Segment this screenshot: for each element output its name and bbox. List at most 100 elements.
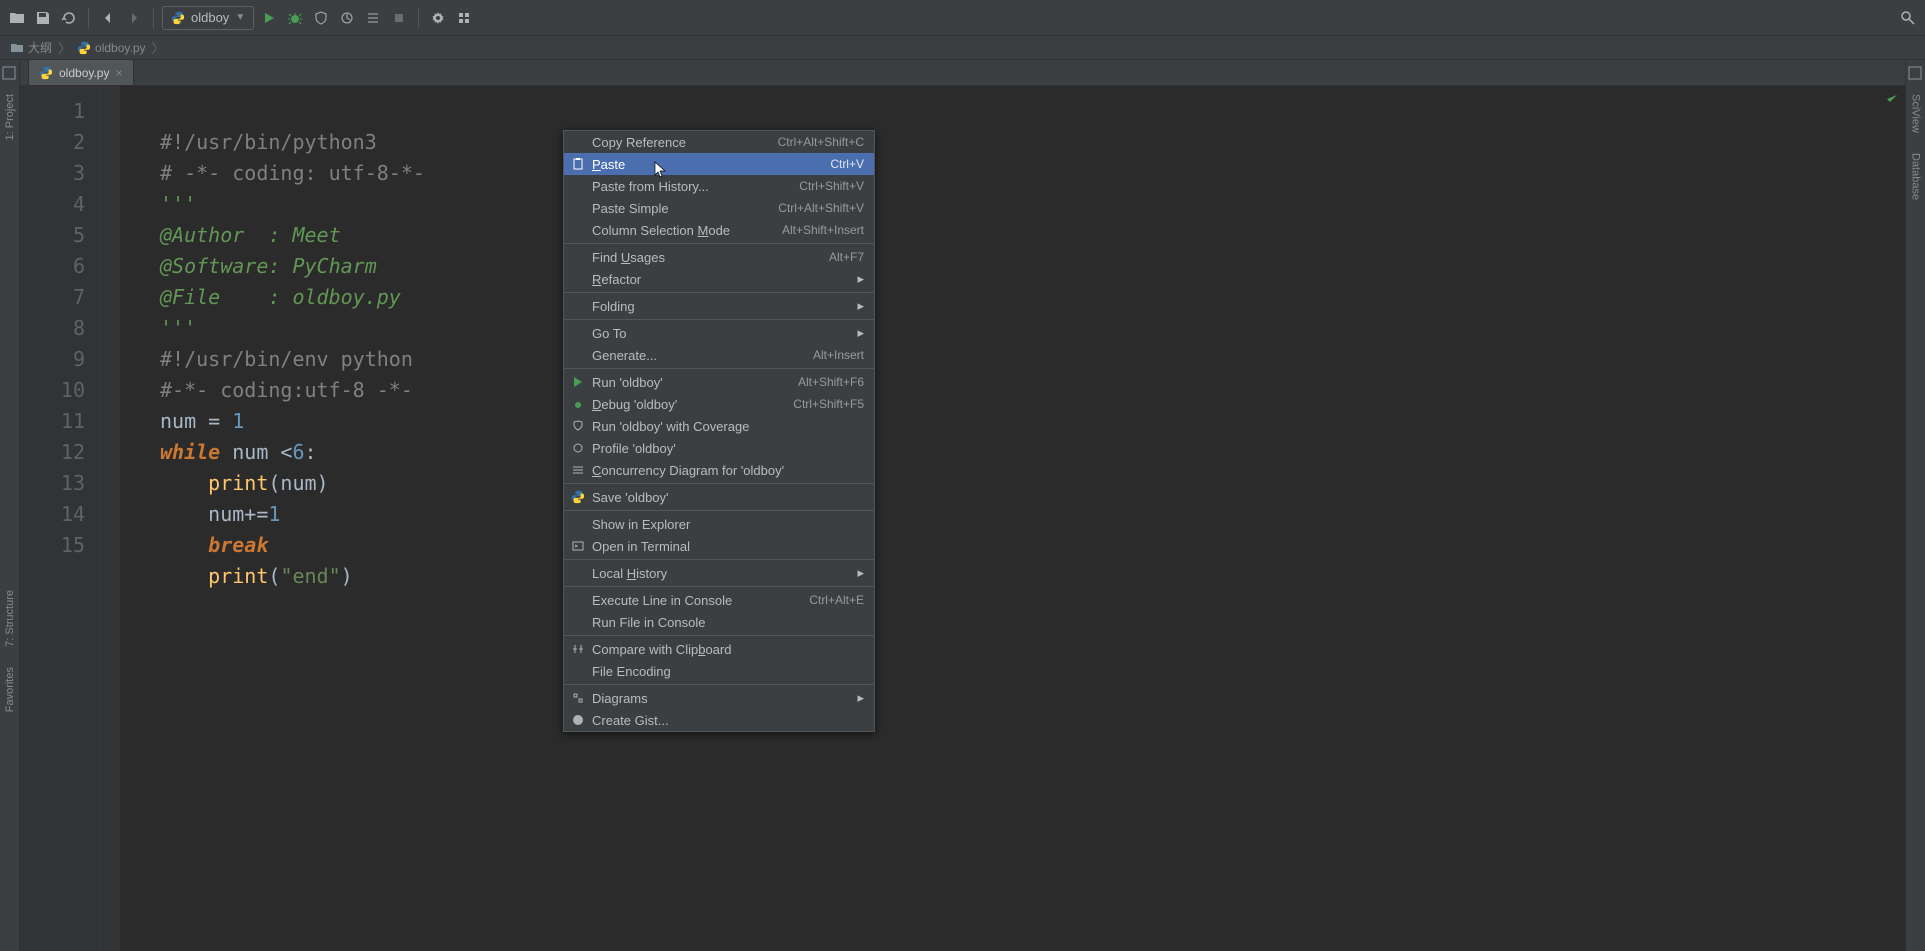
menu-paste[interactable]: PasteCtrl+V <box>564 153 874 175</box>
line-number: 10 <box>20 375 85 406</box>
menu-separator <box>564 510 874 511</box>
menu-separator <box>564 368 874 369</box>
sciview-tool-button[interactable]: SciView <box>1908 86 1924 141</box>
menu-local-history[interactable]: Local History▸ <box>564 562 874 584</box>
line-number: 1 <box>20 96 85 127</box>
stop-icon[interactable] <box>388 7 410 29</box>
terminal-icon <box>570 538 586 554</box>
line-number: 14 <box>20 499 85 530</box>
profile-icon[interactable] <box>336 7 358 29</box>
menu-execute-line[interactable]: Execute Line in ConsoleCtrl+Alt+E <box>564 589 874 611</box>
code-editor[interactable]: 1 2 3 4 5 6 7 8 9 10 11 12 13 14 15 #!/u… <box>20 86 1905 951</box>
menu-create-gist[interactable]: Create Gist... <box>564 709 874 731</box>
menu-separator <box>564 483 874 484</box>
analysis-status-icon[interactable] <box>1885 92 1899 106</box>
main-area: 1: Project 7: Structure Favorites oldboy… <box>0 60 1925 951</box>
code-line: #-*- coding:utf-8 -*- <box>160 378 413 402</box>
structure-tool-button[interactable]: 7: Structure <box>2 582 18 655</box>
menu-separator <box>564 684 874 685</box>
fold-column <box>100 86 120 951</box>
back-icon[interactable] <box>97 7 119 29</box>
plugins-icon[interactable] <box>453 7 475 29</box>
folder-icon <box>10 41 24 55</box>
debug-icon[interactable] <box>284 7 306 29</box>
code-line: print("end") <box>160 564 353 588</box>
tab-oldboy[interactable]: oldboy.py × <box>28 59 134 85</box>
line-gutter: 1 2 3 4 5 6 7 8 9 10 11 12 13 14 15 <box>20 86 100 951</box>
line-number: 7 <box>20 282 85 313</box>
menu-concurrency[interactable]: Concurrency Diagram for 'oldboy' <box>564 459 874 481</box>
line-number: 12 <box>20 437 85 468</box>
menu-refactor[interactable]: Refactor▸ <box>564 268 874 290</box>
line-number: 5 <box>20 220 85 251</box>
chevron-right-icon: 〉 <box>58 38 71 57</box>
left-tool-strip: 1: Project 7: Structure Favorites <box>0 60 20 951</box>
chevron-right-icon: 〉 <box>152 38 165 57</box>
save-icon[interactable] <box>32 7 54 29</box>
run-config-label: oldboy <box>191 10 229 25</box>
paste-icon <box>570 156 586 172</box>
menu-copy-reference[interactable]: Copy ReferenceCtrl+Alt+Shift+C <box>564 131 874 153</box>
favorites-tool-button[interactable]: Favorites <box>2 659 18 720</box>
breadcrumb-item[interactable]: oldboy.py <box>77 41 145 55</box>
database-tool-button[interactable]: Database <box>1908 145 1924 208</box>
github-icon <box>570 712 586 728</box>
chevron-down-icon: ▼ <box>235 12 245 23</box>
run-config-dropdown[interactable]: oldboy ▼ <box>162 6 254 30</box>
python-icon <box>171 11 185 25</box>
close-icon[interactable]: × <box>115 66 122 80</box>
coverage-icon[interactable] <box>310 7 332 29</box>
menu-coverage-oldboy[interactable]: Run 'oldboy' with Coverage <box>564 415 874 437</box>
menu-goto[interactable]: Go To▸ <box>564 322 874 344</box>
code-line: num = 1 <box>160 409 244 433</box>
separator <box>88 8 89 28</box>
menu-run-file-console[interactable]: Run File in Console <box>564 611 874 633</box>
project-tool-icon[interactable] <box>2 66 18 82</box>
run-icon <box>570 374 586 390</box>
menu-run-oldboy[interactable]: Run 'oldboy'Alt+Shift+F6 <box>564 371 874 393</box>
code-line: #!/usr/bin/python3 <box>160 130 377 154</box>
concurrency-icon[interactable] <box>362 7 384 29</box>
menu-diagrams[interactable]: Diagrams▸ <box>564 687 874 709</box>
search-icon[interactable] <box>1897 7 1919 29</box>
code-line: @File : oldboy.py <box>160 285 401 309</box>
code-line: @Software: PyCharm <box>160 254 377 278</box>
code-body[interactable]: #!/usr/bin/python3 # -*- coding: utf-8-*… <box>120 86 1905 951</box>
editor-tabs: oldboy.py × <box>20 60 1905 86</box>
breadcrumb-label: oldboy.py <box>95 41 145 55</box>
forward-icon[interactable] <box>123 7 145 29</box>
project-tool-button[interactable]: 1: Project <box>2 86 18 148</box>
breadcrumb-item[interactable]: 大纲 <box>10 39 52 56</box>
run-icon[interactable] <box>258 7 280 29</box>
settings-icon[interactable] <box>427 7 449 29</box>
menu-open-terminal[interactable]: Open in Terminal <box>564 535 874 557</box>
code-line: num+=1 <box>160 502 280 526</box>
refresh-icon[interactable] <box>58 7 80 29</box>
menu-profile-oldboy[interactable]: Profile 'oldboy' <box>564 437 874 459</box>
menu-column-selection[interactable]: Column Selection ModeAlt+Shift+Insert <box>564 219 874 241</box>
menu-find-usages[interactable]: Find UsagesAlt+F7 <box>564 246 874 268</box>
chevron-right-icon: ▸ <box>857 565 864 581</box>
db-icon[interactable] <box>1908 66 1924 82</box>
breadcrumb: 大纲 〉 oldboy.py 〉 <box>0 36 1925 60</box>
code-line: while num <6: <box>160 440 317 464</box>
menu-file-encoding[interactable]: File Encoding <box>564 660 874 682</box>
line-number: 9 <box>20 344 85 375</box>
menu-generate[interactable]: Generate...Alt+Insert <box>564 344 874 366</box>
code-line: # -*- coding: utf-8-*- <box>160 161 425 185</box>
chevron-right-icon: ▸ <box>857 690 864 706</box>
menu-show-explorer[interactable]: Show in Explorer <box>564 513 874 535</box>
line-number: 8 <box>20 313 85 344</box>
menu-paste-simple[interactable]: Paste SimpleCtrl+Alt+Shift+V <box>564 197 874 219</box>
menu-debug-oldboy[interactable]: Debug 'oldboy'Ctrl+Shift+F5 <box>564 393 874 415</box>
open-icon[interactable] <box>6 7 28 29</box>
separator <box>153 8 154 28</box>
python-icon <box>39 66 53 80</box>
menu-paste-history[interactable]: Paste from History...Ctrl+Shift+V <box>564 175 874 197</box>
code-line: print(num) <box>160 471 329 495</box>
menu-save-oldboy[interactable]: Save 'oldboy' <box>564 486 874 508</box>
menu-separator <box>564 319 874 320</box>
code-line: ''' <box>160 192 196 216</box>
menu-folding[interactable]: Folding▸ <box>564 295 874 317</box>
menu-compare-clipboard[interactable]: Compare with Clipboard <box>564 638 874 660</box>
